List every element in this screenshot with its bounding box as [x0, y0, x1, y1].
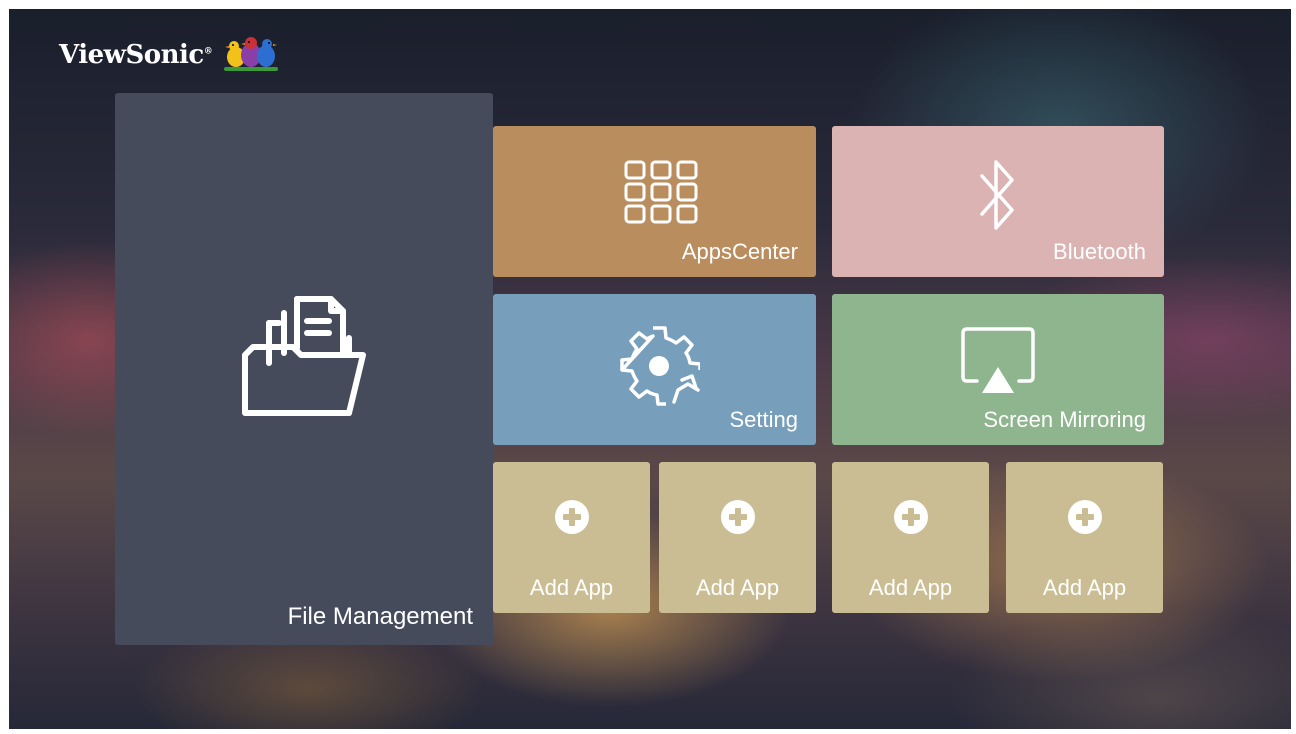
- setting-tile[interactable]: Setting: [493, 294, 816, 445]
- brand-name: ViewSonic®: [59, 40, 213, 70]
- screen-mirroring-tile[interactable]: Screen Mirroring: [832, 294, 1164, 445]
- brand-logo: ViewSonic®: [59, 35, 280, 75]
- file-management-label: File Management: [287, 603, 473, 630]
- add-app-tile[interactable]: Add App: [493, 462, 650, 613]
- plus-circle-icon: [555, 500, 589, 534]
- screen-mirroring-icon: [961, 327, 1035, 393]
- plus-circle-icon: [1068, 500, 1102, 534]
- add-app-tile[interactable]: Add App: [1006, 462, 1163, 613]
- add-app-tile[interactable]: Add App: [832, 462, 989, 613]
- launcher-screen: ViewSonic® File Management AppsCenter Bl…: [9, 9, 1291, 729]
- add-app-label: Add App: [695, 575, 780, 600]
- add-app-label: Add App: [1042, 575, 1127, 600]
- add-app-label: Add App: [529, 575, 614, 600]
- apps-grid-icon: [624, 160, 698, 224]
- file-management-tile[interactable]: File Management: [115, 93, 493, 645]
- bluetooth-icon: [980, 160, 1014, 230]
- apps-center-label: AppsCenter: [681, 239, 798, 264]
- plus-circle-icon: [721, 500, 755, 534]
- bluetooth-label: Bluetooth: [1053, 239, 1146, 264]
- setting-label: Setting: [729, 407, 799, 432]
- gear-icon: [620, 326, 700, 406]
- screen-mirroring-label: Screen Mirroring: [983, 407, 1146, 432]
- apps-center-tile[interactable]: AppsCenter: [493, 126, 816, 277]
- birds-logo-icon: [224, 37, 279, 71]
- add-app-label: Add App: [868, 575, 953, 600]
- plus-circle-icon: [894, 500, 928, 534]
- folder-documents-icon: [242, 296, 366, 416]
- add-app-tile[interactable]: Add App: [659, 462, 816, 613]
- bluetooth-tile[interactable]: Bluetooth: [832, 126, 1164, 277]
